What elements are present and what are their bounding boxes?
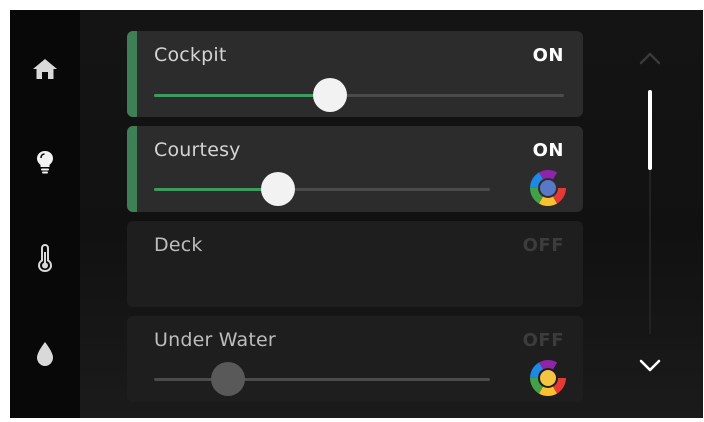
scrollbar-track[interactable] bbox=[648, 90, 652, 334]
brightness-slider-handle[interactable] bbox=[261, 172, 296, 206]
nav-water-button[interactable] bbox=[29, 338, 61, 370]
color-picker-icon[interactable] bbox=[530, 360, 566, 396]
brightness-fill bbox=[154, 188, 279, 191]
light-state-toggle[interactable]: ON bbox=[533, 140, 564, 161]
nav-sidebar bbox=[10, 10, 80, 418]
active-accent-bar bbox=[127, 126, 137, 212]
chevron-up-icon bbox=[639, 52, 661, 65]
lightbulb-icon bbox=[37, 151, 53, 174]
brightness-slider[interactable] bbox=[154, 78, 564, 112]
light-state-toggle[interactable]: OFF bbox=[523, 330, 564, 351]
nav-home-button[interactable] bbox=[29, 53, 61, 85]
light-name: Under Water bbox=[154, 329, 276, 351]
light-state-toggle[interactable]: ON bbox=[533, 45, 564, 66]
chevron-down-icon bbox=[639, 359, 661, 372]
brightness-fill bbox=[154, 94, 331, 97]
brightness-slider-handle[interactable] bbox=[313, 78, 348, 112]
light-state-toggle[interactable]: OFF bbox=[523, 235, 564, 256]
light-name: Deck bbox=[154, 234, 203, 256]
light-card-deck[interactable]: Deck OFF bbox=[127, 221, 583, 307]
water-drop-icon bbox=[37, 342, 53, 366]
brightness-slider[interactable] bbox=[154, 172, 490, 206]
light-name: Courtesy bbox=[154, 139, 241, 161]
thermometer-icon bbox=[37, 244, 53, 272]
scroll-down-button[interactable] bbox=[634, 350, 666, 382]
home-icon bbox=[33, 59, 57, 79]
lighting-screen: Cockpit ON Courtesy ON Deck OFF Under Wa… bbox=[10, 10, 703, 418]
brightness-slider[interactable] bbox=[154, 362, 490, 396]
scroll-up-button[interactable] bbox=[634, 42, 666, 74]
nav-lighting-button[interactable] bbox=[29, 146, 61, 178]
brightness-slider-handle[interactable] bbox=[210, 362, 245, 396]
active-accent-bar bbox=[127, 31, 137, 117]
nav-climate-button[interactable] bbox=[29, 242, 61, 274]
light-card-cockpit[interactable]: Cockpit ON bbox=[127, 31, 583, 117]
color-picker-icon[interactable] bbox=[530, 170, 566, 206]
light-card-courtesy[interactable]: Courtesy ON bbox=[127, 126, 583, 212]
light-name: Cockpit bbox=[154, 44, 227, 66]
scroll-column bbox=[630, 10, 670, 418]
scrollbar-thumb[interactable] bbox=[648, 90, 652, 170]
light-card-under-water[interactable]: Under Water OFF bbox=[127, 316, 583, 402]
